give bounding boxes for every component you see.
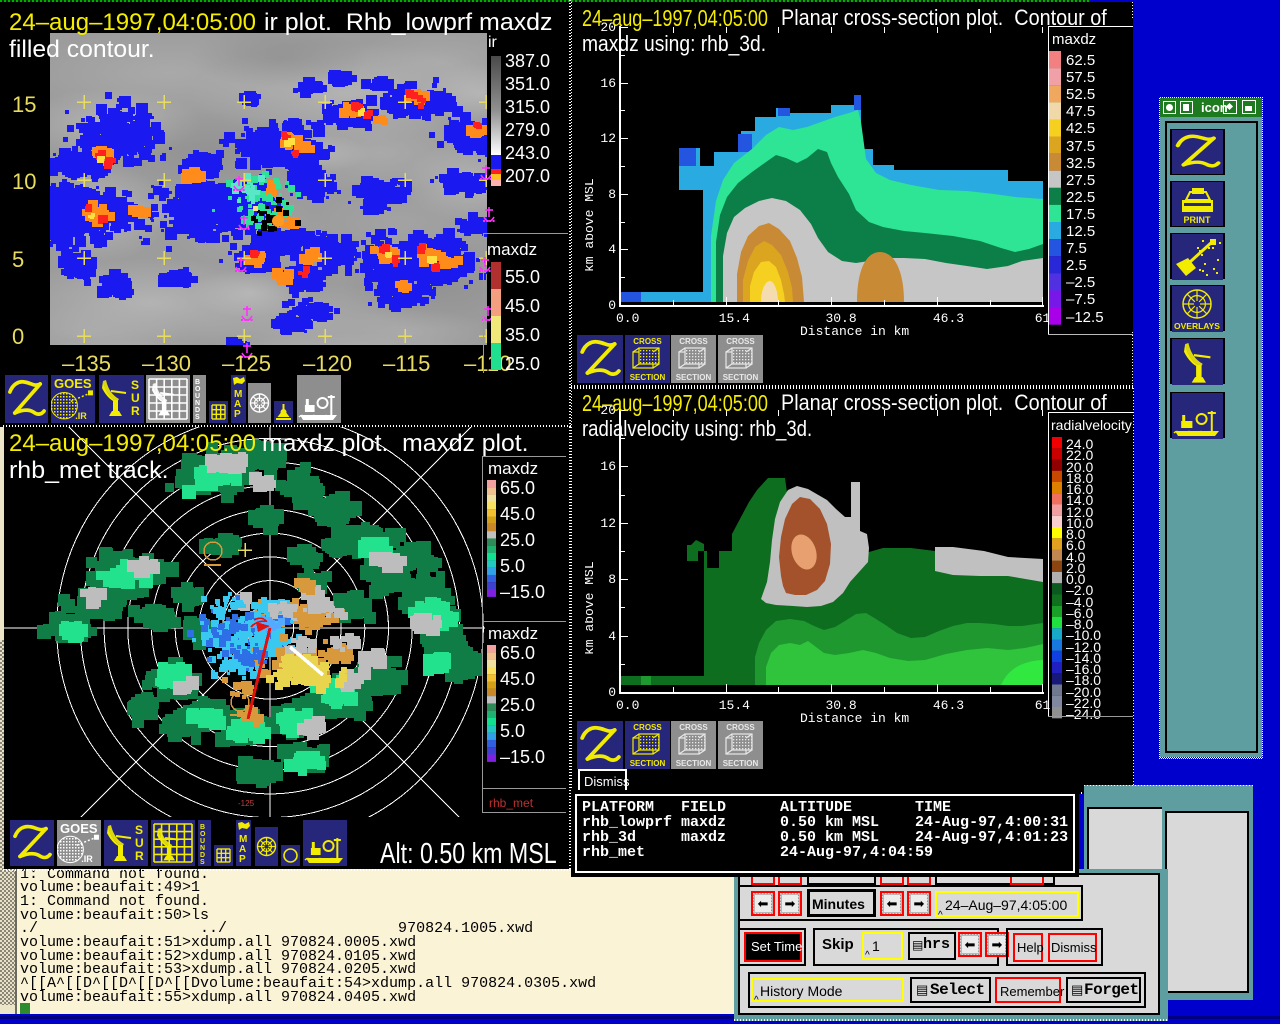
svg-text:N: N	[200, 845, 205, 852]
svg-text:PRINT: PRINT	[1184, 215, 1212, 225]
svg-text:CROSS: CROSS	[679, 723, 708, 732]
svg-text:D: D	[195, 407, 200, 414]
svg-text:R: R	[131, 404, 140, 418]
svg-text:P: P	[234, 409, 241, 420]
svg-text:SECTION: SECTION	[676, 759, 712, 768]
svg-text:GOES: GOES	[54, 376, 92, 391]
svg-text:OVERLAYS: OVERLAYS	[1174, 321, 1220, 331]
svg-text:SECTION: SECTION	[630, 373, 666, 382]
svg-text:D: D	[200, 852, 205, 859]
svg-text:CROSS: CROSS	[633, 337, 662, 346]
svg-text:.IR: .IR	[81, 854, 93, 864]
svg-text:B: B	[195, 379, 200, 386]
svg-text:km above MSL: km above MSL	[585, 178, 597, 272]
svg-text:U: U	[135, 836, 144, 850]
svg-text:CROSS: CROSS	[679, 337, 708, 346]
svg-text:CROSS: CROSS	[633, 723, 662, 732]
svg-text:S: S	[135, 823, 143, 837]
svg-text:S: S	[195, 414, 200, 421]
svg-text:O: O	[200, 831, 206, 838]
svg-text:P: P	[239, 854, 246, 865]
svg-text:O: O	[195, 386, 201, 393]
svg-text:N: N	[195, 400, 200, 407]
svg-text:SECTION: SECTION	[723, 373, 759, 382]
svg-text:.IR: .IR	[75, 411, 87, 421]
svg-text:S: S	[131, 378, 139, 392]
svg-text:B: B	[200, 824, 205, 831]
svg-text:km above MSL: km above MSL	[585, 561, 597, 655]
svg-text:U: U	[131, 391, 140, 405]
svg-text:R: R	[135, 849, 144, 863]
svg-text:SECTION: SECTION	[676, 373, 712, 382]
svg-text:CROSS: CROSS	[726, 337, 755, 346]
svg-text:S: S	[200, 859, 205, 866]
svg-text:U: U	[195, 393, 200, 400]
svg-text:-125: -125	[238, 799, 255, 808]
svg-text:SECTION: SECTION	[723, 759, 759, 768]
svg-text:U: U	[200, 838, 205, 845]
svg-text:GOES: GOES	[60, 821, 98, 836]
svg-text:CROSS: CROSS	[726, 723, 755, 732]
svg-text:SECTION: SECTION	[630, 759, 666, 768]
